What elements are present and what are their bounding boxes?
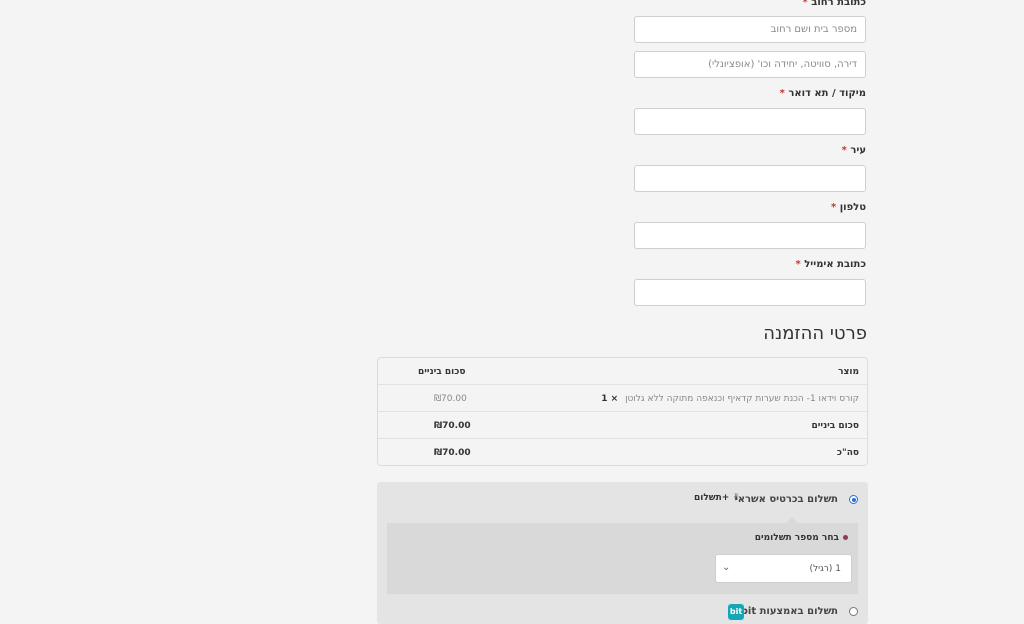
bit-radio[interactable]: [849, 607, 858, 616]
product-name-text: קורס וידאו 1- הכנת שערות קדאיף וכנאפה מת…: [625, 394, 859, 404]
city-label: עיר *: [842, 145, 866, 156]
credit-card-radio[interactable]: [849, 495, 858, 504]
product-name: קורס וידאו 1- הכנת שערות קדאיף וכנאפה מת…: [601, 394, 859, 404]
subtotal-label: סכום ביניים: [811, 421, 860, 431]
credit-card-panel: בחר מספר תשלומים 1 (רגיל) ⌄: [387, 517, 858, 594]
header-product: מוצר: [838, 367, 859, 377]
installments-selected-value: 1 (רגיל): [809, 564, 841, 574]
phone-input[interactable]: [634, 222, 866, 249]
city-input[interactable]: [634, 165, 866, 192]
street-address-input[interactable]: [634, 16, 866, 43]
zip-input[interactable]: [634, 108, 866, 135]
subtotal-value: ₪70.00: [434, 421, 471, 431]
table-row: קורס וידאו 1- הכנת שערות קדאיף וכנאפה מת…: [378, 385, 867, 412]
required-mark: *: [841, 145, 847, 156]
product-price: ₪70.00: [434, 394, 467, 404]
email-label: כתובת אימייל *: [796, 259, 866, 270]
phone-label-text: טלפון: [839, 202, 866, 213]
bit-label[interactable]: תשלום באמצעות bit: [741, 606, 838, 617]
subtotal-row: סכום ביניים ₪70.00: [378, 412, 867, 439]
street-address-label: כתובת רחוב *: [803, 0, 866, 8]
peace-hand-icon: ✌: [732, 493, 741, 503]
chevron-down-icon: ⌄: [722, 562, 731, 573]
phone-label: טלפון *: [831, 202, 866, 213]
installments-label-text: בחר מספר תשלומים: [754, 533, 839, 543]
total-row: סה"כ ₪70.00: [378, 439, 867, 466]
city-label-text: עיר: [850, 145, 866, 156]
header-subtotal: סכום ביניים: [418, 367, 466, 377]
installments-select[interactable]: 1 (רגיל) ⌄: [715, 554, 852, 583]
email-input[interactable]: [634, 279, 866, 306]
required-mark: *: [830, 202, 837, 213]
total-value: ₪70.00: [434, 448, 471, 458]
street-address-2-input[interactable]: [634, 51, 866, 78]
bullet-icon: [843, 535, 848, 540]
email-label-text: כתובת אימייל: [804, 259, 866, 270]
product-qty: × 1: [601, 394, 619, 404]
tashlum-logo-text: תשלום+: [694, 493, 730, 503]
tashlum-logo: תשלום+ ✌: [694, 493, 740, 503]
order-details-title: פרטי ההזמנה: [763, 323, 867, 344]
street-address-label-text: כתובת רחוב: [811, 0, 866, 8]
zip-label: מיקוד / תא דואר *: [780, 88, 866, 99]
total-label: סה"כ: [836, 448, 859, 458]
order-table-header: מוצר סכום ביניים: [378, 358, 867, 385]
required-mark: *: [779, 88, 785, 99]
order-table: מוצר סכום ביניים קורס וידאו 1- הכנת שערו…: [377, 357, 868, 466]
credit-card-label[interactable]: תשלום בכרטיס אשראי: [735, 494, 838, 505]
bit-logo-icon: bit: [728, 604, 744, 620]
required-mark: *: [795, 259, 801, 270]
payment-methods: תשלום בכרטיס אשראי תשלום+ ✌ בחר מספר תשל…: [377, 482, 868, 624]
required-mark: *: [802, 0, 808, 8]
zip-label-text: מיקוד / תא דואר: [788, 88, 866, 99]
installments-label: בחר מספר תשלומים: [755, 533, 848, 543]
